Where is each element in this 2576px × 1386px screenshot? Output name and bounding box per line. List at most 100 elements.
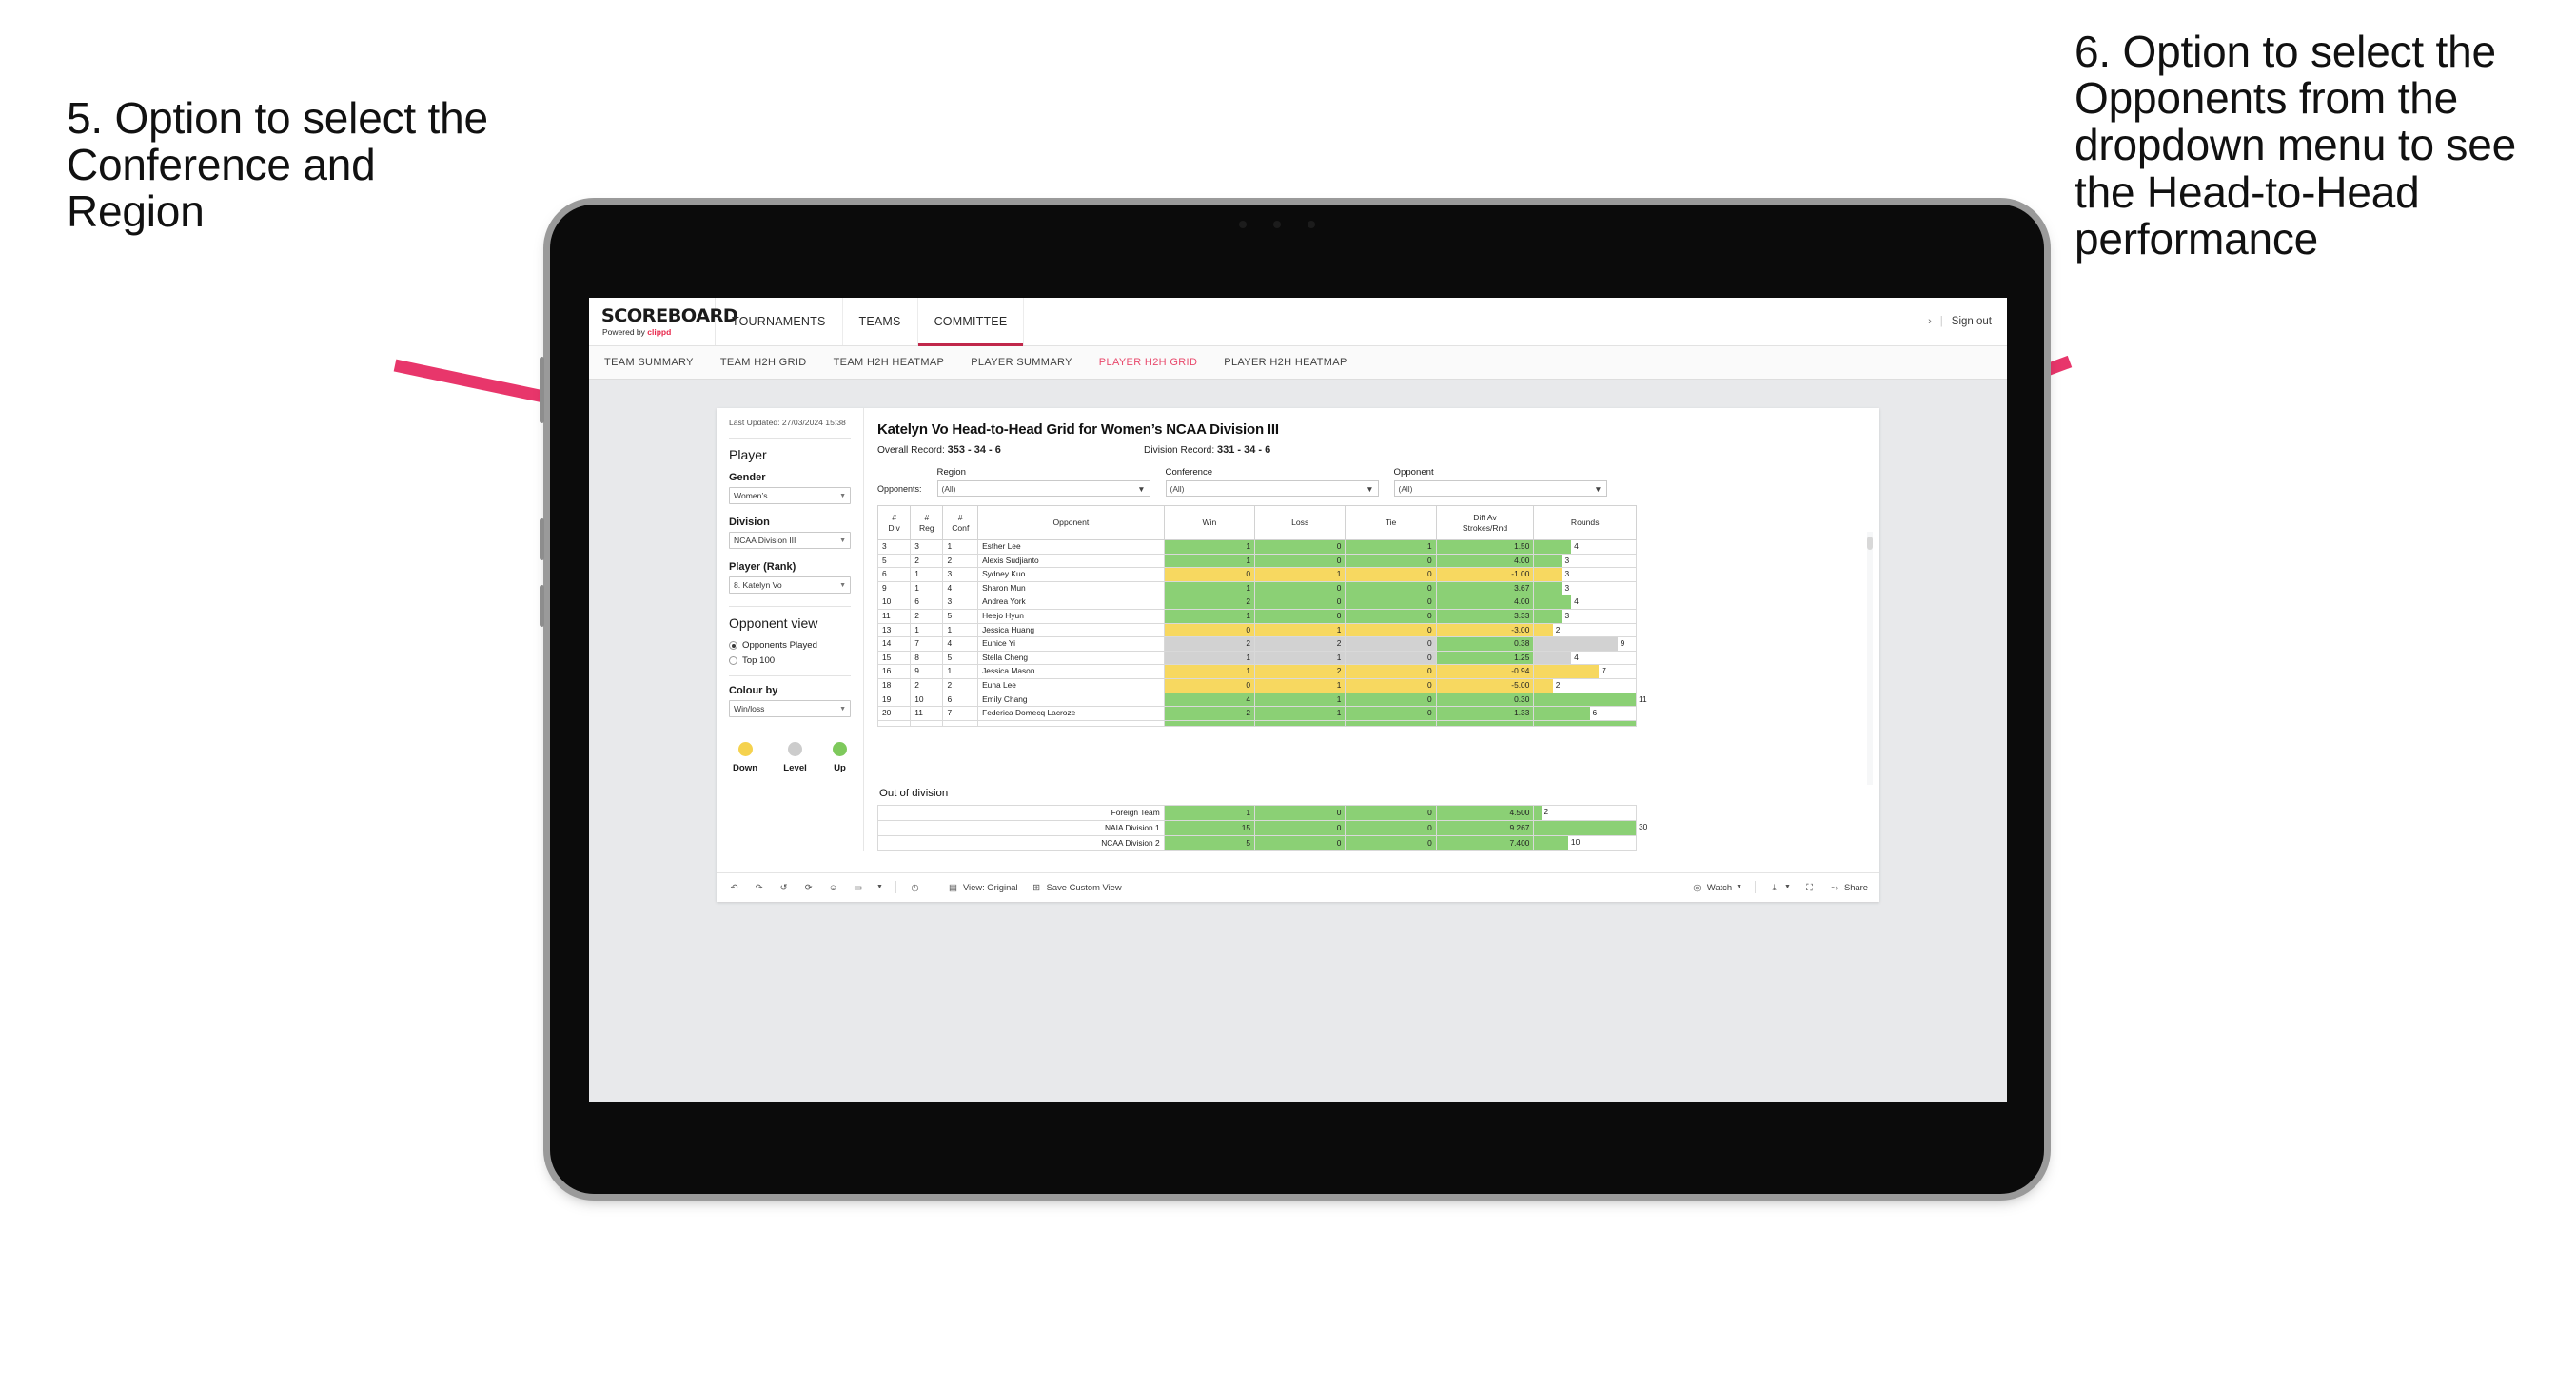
division-record: Division Record: 331 - 34 - 6 xyxy=(1144,444,1270,456)
grid-col-header[interactable]: Diff Av Strokes/Rnd xyxy=(1435,505,1535,540)
cell-rounds: 7 xyxy=(1533,664,1637,679)
chevron-down-icon[interactable]: ▼ xyxy=(876,884,883,890)
cell-tie: 0 xyxy=(1345,819,1437,836)
watch-button[interactable]: ◎ Watch ▼ xyxy=(1691,881,1742,893)
tab-player-h2h-heatmap[interactable]: PLAYER H2H HEATMAP xyxy=(1224,357,1347,368)
table-row[interactable]: 5 2 2 Alexis Sudjianto 1 0 0 4.00 3 xyxy=(876,553,1637,569)
division-select[interactable]: NCAA Division III ▼ xyxy=(729,532,851,550)
table-row[interactable]: NCAA Division 2 5 0 0 7.400 10 xyxy=(877,834,1637,851)
divider: | xyxy=(1939,316,1943,327)
view-original-button[interactable]: ▤ View: Original xyxy=(947,881,1018,893)
radio-opponents-played[interactable]: Opponents Played xyxy=(729,640,851,651)
radio-label: Top 100 xyxy=(742,655,776,667)
cell-loss: 2 xyxy=(1254,636,1347,652)
download-icon: ⤓ xyxy=(1772,881,1777,892)
cell-win: 5 xyxy=(1163,834,1256,851)
cell-loss: 0 xyxy=(1254,595,1347,610)
grid-col-header[interactable]: # Conf xyxy=(942,505,979,540)
share-button[interactable]: ⤳ Share xyxy=(1828,881,1868,893)
grid-scrollbar-track[interactable] xyxy=(1867,532,1873,785)
table-row[interactable]: 16 9 1 Jessica Mason 1 2 0 -0.94 7 xyxy=(876,664,1637,679)
tab-team-summary[interactable]: TEAM SUMMARY xyxy=(604,357,694,368)
table-row[interactable]: Foreign Team 1 0 0 4.500 2 xyxy=(877,804,1637,821)
redo-icon[interactable]: ↷ xyxy=(753,881,765,893)
radio-top-100[interactable]: Top 100 xyxy=(729,655,851,666)
nav-teams[interactable]: TEAMS xyxy=(843,298,918,345)
grid-col-header[interactable]: # Div xyxy=(876,505,912,540)
grid-col-header[interactable]: Loss xyxy=(1254,505,1347,540)
chevron-right-icon[interactable]: › xyxy=(1928,316,1932,327)
cell-diff: 0.30 xyxy=(1435,692,1535,708)
grid-body: 3 3 1 Esther Lee 1 0 1 1.50 4 5 2 2 Alexis Sudjianto… xyxy=(876,539,1647,727)
opponent-select[interactable]: (All) ▼ xyxy=(1393,480,1607,497)
table-row[interactable]: 19 10 6 Emily Chang 4 1 0 0.30 11 xyxy=(876,692,1647,708)
viz-main: Katelyn Vo Head-to-Head Grid for Women’s… xyxy=(864,408,1879,851)
table-row[interactable]: 6 1 3 Sydney Kuo 0 1 0 -1.00 3 xyxy=(876,567,1637,582)
cell-diff: 1.33 xyxy=(1435,706,1535,721)
table-row[interactable]: 20 11 7 Federica Domecq Lacroze 2 1 0 1.33 6 xyxy=(876,706,1637,721)
tab-team-h2h-heatmap[interactable]: TEAM H2H HEATMAP xyxy=(834,357,945,368)
pause-icon[interactable]: ⎉ xyxy=(827,881,839,893)
highlight-icon[interactable]: ▭ xyxy=(852,881,864,893)
cell-opponent: Jessica Huang xyxy=(977,622,1165,638)
divider xyxy=(729,438,851,439)
grid-scrollbar-thumb[interactable] xyxy=(1867,537,1873,550)
nav-committee[interactable]: COMMITTEE xyxy=(917,298,1025,346)
revert-icon[interactable]: ↺ xyxy=(777,881,790,893)
cell-rounds: 4 xyxy=(1533,539,1637,555)
table-row[interactable]: 9 1 4 Sharon Mun 1 0 0 3.67 3 xyxy=(876,580,1637,596)
app-logo[interactable]: SCOREBOARD Powered by clippd xyxy=(589,298,738,345)
tab-player-h2h-grid[interactable]: PLAYER H2H GRID xyxy=(1099,357,1197,368)
table-row[interactable]: 14 7 4 Eunice Yi 2 2 0 0.38 9 xyxy=(876,636,1637,652)
refresh-icon[interactable]: ⟳ xyxy=(802,881,815,893)
device-button-3 xyxy=(540,585,544,627)
region-select[interactable]: (All) ▼ xyxy=(936,480,1150,497)
filter-region: Region (All) ▼ xyxy=(936,467,1150,497)
fullscreen-icon[interactable]: ⛶ xyxy=(1803,881,1816,893)
cell-loss: 0 xyxy=(1254,804,1347,821)
table-row[interactable]: NAIA Division 1 15 0 0 9.267 30 xyxy=(877,819,1647,836)
cell-tie: 0 xyxy=(1345,664,1437,679)
sign-out-link[interactable]: Sign out xyxy=(1952,316,1992,327)
region-label: Region xyxy=(936,467,966,478)
cell-div-rank: 3 xyxy=(876,539,912,555)
table-row[interactable]: 18 2 2 Euna Lee 0 1 0 -5.00 2 xyxy=(876,677,1637,693)
annotation-left: 5. Option to select the Conference and R… xyxy=(67,93,488,237)
tab-player-summary[interactable]: PLAYER SUMMARY xyxy=(971,357,1072,368)
clock-icon[interactable]: ◷ xyxy=(909,881,921,893)
cell-div-rank: 6 xyxy=(876,567,912,582)
table-row[interactable]: 13 1 1 Jessica Huang 0 1 0 -3.00 2 xyxy=(876,622,1637,638)
nav-label: TOURNAMENTS xyxy=(732,315,826,328)
table-row[interactable]: 11 2 5 Heejo Hyun 1 0 0 3.33 3 xyxy=(876,608,1637,624)
undo-icon[interactable]: ↶ xyxy=(728,881,740,893)
colour-by-select[interactable]: Win/loss ▼ xyxy=(729,700,851,718)
app-header: SCOREBOARD Powered by clippd TOURNAMENTS… xyxy=(589,298,2007,346)
cell-diff: 4.500 xyxy=(1435,804,1535,821)
cell-reg-rank: 9 xyxy=(910,664,944,679)
share-icon: ⤳ xyxy=(1830,881,1839,892)
tab-team-h2h-grid[interactable]: TEAM H2H GRID xyxy=(720,357,807,368)
nav-tournaments[interactable]: TOURNAMENTS xyxy=(716,298,843,345)
grid-col-header[interactable]: # Reg xyxy=(910,505,944,540)
save-custom-view-button[interactable]: ⊞ Save Custom View xyxy=(1031,881,1121,893)
grid-col-header[interactable]: Rounds xyxy=(1533,505,1637,540)
cell-conf-rank: 2 xyxy=(942,553,979,569)
grid-col-header[interactable]: Opponent xyxy=(977,505,1165,540)
watch-label: Watch xyxy=(1706,882,1733,893)
cell-tie: 0 xyxy=(1345,622,1437,638)
cell-group-name: Foreign Team xyxy=(877,804,1165,821)
download-button[interactable]: ⤓ ▼ xyxy=(1768,881,1791,893)
player-rank-select[interactable]: 8. Katelyn Vo ▼ xyxy=(729,576,851,595)
table-row[interactable]: 10 6 3 Andrea York 2 0 0 4.00 4 xyxy=(876,595,1637,610)
cell-partial xyxy=(876,719,912,727)
cell-reg-rank: 1 xyxy=(910,567,944,582)
table-row[interactable]: 15 8 5 Stella Cheng 1 1 0 1.25 4 xyxy=(876,650,1637,666)
gender-select[interactable]: Women’s ▼ xyxy=(729,487,851,505)
grid-col-header[interactable]: Tie xyxy=(1345,505,1437,540)
conference-select[interactable]: (All) ▼ xyxy=(1165,480,1379,497)
table-row[interactable]: 3 3 1 Esther Lee 1 0 1 1.50 4 xyxy=(876,539,1637,555)
grid-col-header[interactable]: Win xyxy=(1163,505,1256,540)
grid-header-row: # Div # Reg # Conf Opponent Win Loss Tie Diff Av St… xyxy=(876,505,1637,540)
chevron-down-icon: ▼ xyxy=(1736,884,1743,891)
cell-diff: 0.38 xyxy=(1435,636,1535,652)
